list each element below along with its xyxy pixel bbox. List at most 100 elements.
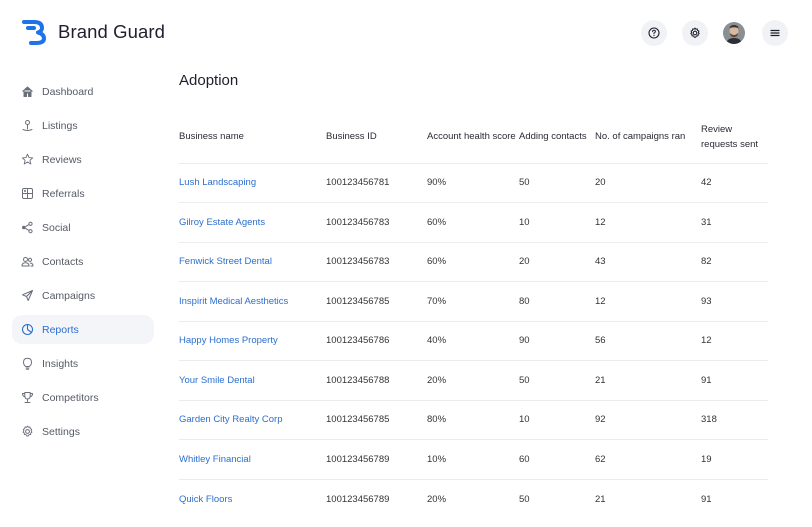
- share-icon: [20, 221, 34, 235]
- business-id-cell: 100123456783: [326, 242, 427, 282]
- adding-contacts-cell: 10: [519, 202, 595, 243]
- settings-button[interactable]: [682, 20, 708, 46]
- sidebar-item-settings[interactable]: Settings: [12, 417, 154, 446]
- user-avatar-icon: [723, 22, 745, 44]
- adding-contacts-cell: 60: [519, 439, 595, 480]
- business-id-cell: 100123456785: [326, 281, 427, 322]
- sidebar-item-label: Reviews: [42, 153, 82, 166]
- sidebar-item-label: Competitors: [42, 391, 99, 404]
- table-row: Your Smile Dental 100123456788 20% 50 21…: [179, 360, 768, 401]
- business-name-link[interactable]: Whitley Financial: [179, 439, 326, 480]
- sidebar-item-label: Social: [42, 221, 71, 234]
- sidebar-item-label: Dashboard: [42, 85, 94, 98]
- table-row: Quick Floors 100123456789 20% 50 21 91: [179, 479, 768, 519]
- business-name-link[interactable]: Inspirit Medical Aesthetics: [179, 281, 326, 322]
- header-business-name: Business name: [179, 111, 326, 164]
- health-score-cell: 40%: [427, 321, 519, 361]
- sidebar-item-competitors[interactable]: Competitors: [12, 383, 154, 412]
- sidebar-item-campaigns[interactable]: Campaigns: [12, 281, 154, 310]
- send-icon: [20, 289, 34, 303]
- review-requests-cell: 42: [701, 163, 768, 203]
- health-score-cell: 90%: [427, 163, 519, 203]
- review-requests-cell: 12: [701, 321, 768, 361]
- sidebar-item-label: Campaigns: [42, 289, 96, 302]
- star-icon: [20, 153, 34, 167]
- gear-icon: [690, 27, 700, 38]
- sidebar-item-contacts[interactable]: Contacts: [12, 247, 154, 276]
- review-requests-cell: 19: [701, 439, 768, 480]
- help-button[interactable]: [641, 20, 667, 46]
- review-requests-cell: 31: [701, 202, 768, 243]
- campaigns-ran-cell: 62: [595, 439, 701, 480]
- table-row: Garden City Realty Corp 100123456785 80%…: [179, 400, 768, 440]
- sidebar-item-insights[interactable]: Insights: [12, 349, 154, 378]
- review-requests-cell: 82: [701, 242, 768, 282]
- campaigns-ran-cell: 21: [595, 493, 606, 505]
- menu-button[interactable]: [762, 20, 788, 46]
- health-score-cell: 70%: [427, 281, 519, 322]
- adding-contacts-cell: 50: [519, 163, 595, 203]
- sidebar-item-label: Listings: [42, 119, 78, 132]
- sidebar-item-referrals[interactable]: Referrals: [12, 179, 154, 208]
- table-row: Lush Landscaping 100123456781 90% 50 20 …: [179, 163, 768, 203]
- lightbulb-icon: [20, 357, 34, 371]
- campaigns-ran-cell: 56: [595, 321, 701, 361]
- campaigns-ran-cell: 12: [595, 281, 701, 322]
- adoption-table: Business name Business ID Account health…: [179, 111, 768, 519]
- health-score-cell: 60%: [427, 202, 519, 243]
- business-name-link[interactable]: Your Smile Dental: [179, 360, 326, 401]
- adding-contacts-cell: 10: [519, 400, 595, 440]
- adding-contacts-cell: 20: [519, 242, 595, 282]
- business-name-link[interactable]: Happy Homes Property: [179, 321, 326, 361]
- review-requests-cell: 93: [701, 281, 768, 322]
- sidebar-item-label: Referrals: [42, 187, 85, 200]
- business-id-cell: 100123456789: [326, 493, 390, 505]
- business-id-cell: 100123456789: [326, 439, 427, 480]
- question-circle-icon: [648, 27, 660, 39]
- grid-icon: [20, 187, 34, 201]
- health-score-cell: 20%: [427, 360, 519, 401]
- adding-contacts-cell: 80: [519, 281, 595, 322]
- header-campaigns-ran: No. of campaigns ran: [595, 111, 701, 164]
- business-name-link[interactable]: Garden City Realty Corp: [179, 400, 326, 440]
- sidebar-item-label: Reports: [42, 323, 79, 336]
- map-pin-icon: [20, 119, 34, 133]
- business-name-link[interactable]: Gilroy Estate Agents: [179, 202, 326, 243]
- business-id-cell: 100123456783: [326, 202, 427, 243]
- business-id-cell: 100123456781: [326, 163, 427, 203]
- health-score-cell: 60%: [427, 242, 519, 282]
- table-row: Gilroy Estate Agents 100123456783 60% 10…: [179, 202, 768, 243]
- table-row: Fenwick Street Dental 100123456783 60% 2…: [179, 242, 768, 282]
- main-content: Adoption Business name Business ID Accou…: [179, 71, 768, 519]
- adding-contacts-cell: 50: [519, 360, 595, 401]
- sidebar-item-reviews[interactable]: Reviews: [12, 145, 154, 174]
- review-requests-cell: 318: [701, 400, 768, 440]
- avatar[interactable]: [723, 22, 745, 44]
- gear-icon: [20, 425, 34, 439]
- sidebar-item-label: Insights: [42, 357, 79, 370]
- campaigns-ran-cell: 12: [595, 202, 701, 243]
- health-score-cell: 20%: [427, 493, 447, 505]
- adding-contacts-cell: 50: [519, 493, 530, 505]
- brand[interactable]: Brand Guard: [22, 19, 165, 45]
- hamburger-menu-icon: [770, 29, 780, 37]
- business-name-link[interactable]: Fenwick Street Dental: [179, 242, 326, 282]
- campaigns-ran-cell: 92: [595, 400, 701, 440]
- table-row: Inspirit Medical Aesthetics 100123456785…: [179, 281, 768, 322]
- sidebar-item-reports[interactable]: Reports: [12, 315, 154, 344]
- sidebar-item-dashboard[interactable]: Dashboard: [12, 77, 154, 106]
- campaigns-ran-cell: 21: [595, 360, 701, 401]
- business-name-link[interactable]: Lush Landscaping: [179, 163, 326, 203]
- review-requests-cell: 91: [701, 360, 768, 401]
- sidebar-item-social[interactable]: Social: [12, 213, 154, 242]
- table-row: Whitley Financial 100123456789 10% 60 62…: [179, 439, 768, 480]
- page-title: Adoption: [179, 72, 239, 89]
- business-id-cell: 100123456788: [326, 360, 427, 401]
- header-account-health-score: Account health score: [427, 111, 519, 164]
- business-name-link[interactable]: Quick Floors: [179, 479, 326, 519]
- review-requests-cell: 91: [701, 493, 712, 505]
- header-adding-contacts: Adding contacts: [519, 111, 595, 164]
- sidebar-item-listings[interactable]: Listings: [12, 111, 154, 140]
- sidebar-item-label: Settings: [42, 425, 80, 438]
- health-score-cell: 10%: [427, 439, 519, 480]
